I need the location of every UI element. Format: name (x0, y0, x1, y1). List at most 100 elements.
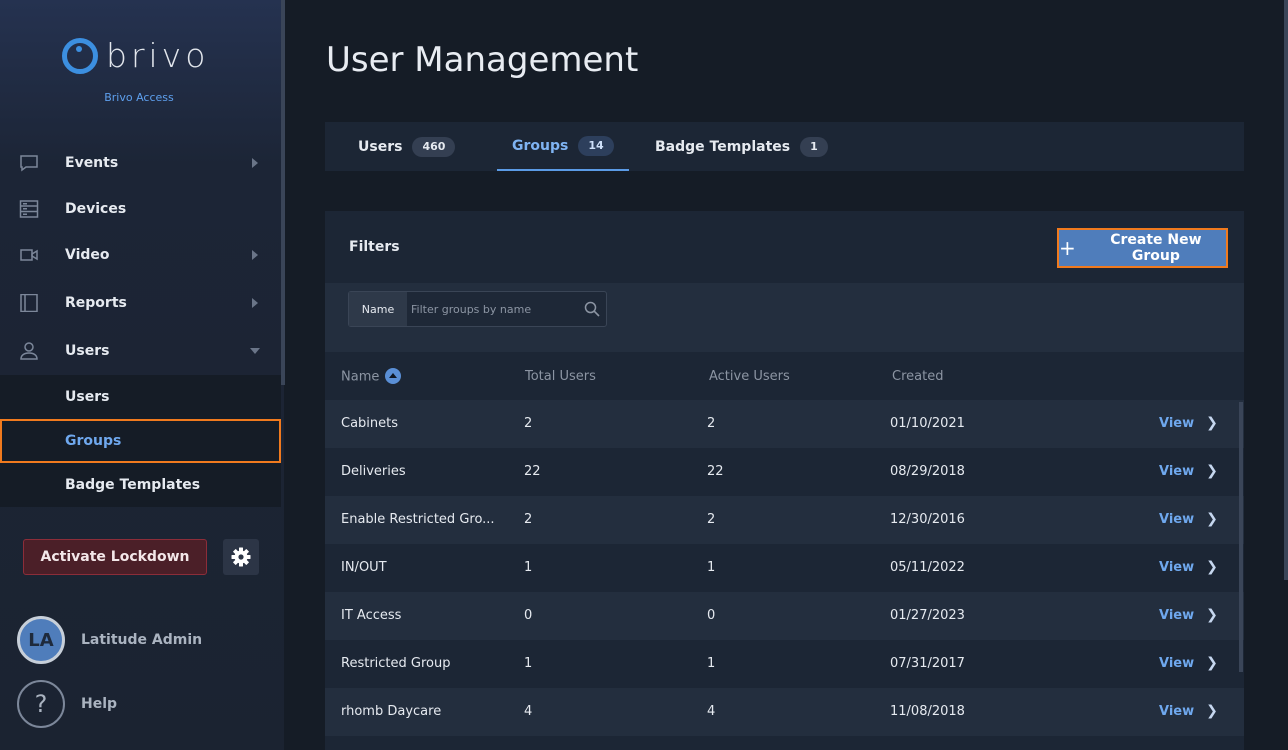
filters-title: Filters (349, 239, 400, 255)
table-row[interactable]: rhomb Daycare 4 4 11/08/2018 View ❯ (325, 688, 1244, 736)
page-scrollbar[interactable] (1284, 0, 1288, 580)
nav-item-users[interactable]: Users (0, 328, 278, 374)
chevron-right-icon: ❯ (1206, 511, 1218, 527)
page-title: User Management (326, 40, 639, 80)
table-row[interactable]: IT Access 0 0 01/27/2023 View ❯ (325, 592, 1244, 640)
cell-created: 11/08/2018 (890, 704, 965, 719)
nav-item-events[interactable]: Events (0, 140, 278, 186)
view-label: View (1159, 463, 1195, 479)
cell-total-users: 1 (524, 560, 533, 575)
cell-name: IT Access (341, 608, 402, 623)
view-link[interactable]: View ❯ (1159, 655, 1218, 671)
subnav-label: Badge Templates (65, 477, 201, 493)
cell-total-users: 0 (524, 608, 533, 623)
nav-label: Video (65, 247, 110, 263)
cell-total-users: 2 (524, 416, 533, 431)
filter-groups-input[interactable] (411, 292, 581, 326)
cell-active-users: 4 (707, 704, 716, 719)
chat-icon (20, 155, 38, 172)
cell-total-users: 22 (524, 464, 541, 479)
table-row[interactable]: IN/OUT 1 1 05/11/2022 View ❯ (325, 544, 1244, 592)
tab-bar: Users 460 Groups 14 Badge Templates 1 (325, 122, 1244, 171)
column-header-name[interactable]: Name (341, 368, 402, 385)
table-scrollbar[interactable] (1239, 402, 1243, 672)
view-label: View (1159, 559, 1195, 575)
chevron-right-icon: ❯ (1206, 607, 1218, 623)
brivo-logo-icon (62, 38, 98, 74)
tab-groups[interactable]: Groups 14 (497, 122, 629, 171)
brivo-logo[interactable]: brivo (62, 38, 209, 74)
help-icon[interactable]: ? (17, 680, 65, 728)
view-link[interactable]: View ❯ (1159, 559, 1218, 575)
subnav-item-badge-templates[interactable]: Badge Templates (0, 463, 281, 507)
tab-users[interactable]: Users 460 (358, 122, 456, 171)
view-label: View (1159, 415, 1195, 431)
activate-lockdown-button[interactable]: Activate Lockdown (23, 539, 207, 575)
sidebar-scrollbar[interactable] (281, 0, 285, 385)
name-filter: Name (348, 291, 607, 327)
cell-name: rhomb Daycare (341, 704, 442, 719)
cell-created: 07/31/2017 (890, 656, 965, 671)
count-badge: 1 (800, 136, 828, 157)
chevron-right-icon: ❯ (1206, 463, 1218, 479)
create-new-group-button[interactable]: + Create New Group (1057, 228, 1228, 268)
devices-icon (19, 200, 39, 218)
table-row[interactable]: Enable Restricted Gro... 2 2 12/30/2016 … (325, 496, 1244, 544)
view-link[interactable]: View ❯ (1159, 415, 1218, 431)
view-link[interactable]: View ❯ (1159, 511, 1218, 527)
cell-name: Deliveries (341, 464, 406, 479)
tab-badge-templates[interactable]: Badge Templates 1 (655, 122, 828, 171)
count-badge: 14 (578, 135, 614, 156)
sidebar: brivo Brivo Access Events Devices Video … (0, 0, 284, 750)
view-link[interactable]: View ❯ (1159, 607, 1218, 623)
sort-ascending-icon[interactable] (385, 368, 402, 384)
subnav-item-groups[interactable]: Groups (0, 419, 281, 463)
chevron-right-icon: ❯ (1206, 703, 1218, 719)
column-label: Name (341, 369, 380, 385)
table-row[interactable]: Restricted Group 1 1 07/31/2017 View ❯ (325, 640, 1244, 688)
nav-item-reports[interactable]: Reports (0, 280, 278, 326)
nav-item-devices[interactable]: Devices (0, 186, 278, 232)
chevron-right-icon: ❯ (1206, 415, 1218, 431)
view-link[interactable]: View ❯ (1159, 463, 1218, 479)
column-header-active-users[interactable]: Active Users (709, 369, 790, 384)
nav-label: Events (65, 155, 119, 171)
nav-label: Users (65, 343, 110, 359)
plus-icon: + (1059, 236, 1076, 260)
cell-active-users: 2 (707, 512, 716, 527)
view-label: View (1159, 703, 1195, 719)
groups-table-body: Cabinets 2 2 01/10/2021 View ❯ Deliveries… (325, 400, 1244, 736)
cell-active-users: 0 (707, 608, 716, 623)
table-row[interactable]: Deliveries 22 22 08/29/2018 View ❯ (325, 448, 1244, 496)
avatar[interactable]: LA (17, 616, 65, 664)
create-new-group-label: Create New Group (1110, 232, 1202, 264)
subnav-item-users[interactable]: Users (0, 375, 281, 419)
search-icon[interactable] (584, 301, 600, 317)
cell-created: 05/11/2022 (890, 560, 965, 575)
name-filter-label: Name (349, 292, 407, 326)
view-label: View (1159, 607, 1195, 623)
logo-text: brivo (106, 36, 210, 75)
column-header-created[interactable]: Created (892, 369, 943, 384)
cell-created: 12/30/2016 (890, 512, 965, 527)
user-name[interactable]: Latitude Admin (81, 632, 202, 648)
user-icon (20, 342, 38, 360)
chevron-right-icon: ❯ (1206, 655, 1218, 671)
cell-name: Restricted Group (341, 656, 451, 671)
gear-icon (231, 547, 251, 567)
cell-name: Cabinets (341, 416, 399, 431)
view-link[interactable]: View ❯ (1159, 703, 1218, 719)
cell-active-users: 1 (707, 560, 716, 575)
users-subnav: Users Groups Badge Templates (0, 375, 281, 507)
count-badge: 460 (412, 136, 456, 157)
column-header-total-users[interactable]: Total Users (525, 369, 596, 384)
help-link[interactable]: Help (81, 696, 117, 712)
cell-active-users: 22 (707, 464, 724, 479)
table-row[interactable]: Cabinets 2 2 01/10/2021 View ❯ (325, 400, 1244, 448)
cell-created: 08/29/2018 (890, 464, 965, 479)
cell-name: IN/OUT (341, 560, 387, 575)
filters-header: Filters + Create New Group (325, 211, 1244, 283)
settings-button[interactable] (223, 539, 259, 575)
nav-item-video[interactable]: Video (0, 232, 278, 278)
cell-total-users: 4 (524, 704, 533, 719)
